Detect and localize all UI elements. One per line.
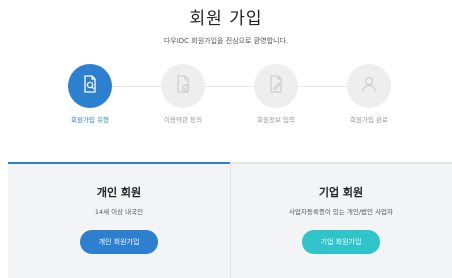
step-circle (161, 64, 205, 108)
signup-steps: 회원가입 유형 이용약관 동의 회원정보 입력 회원가입 완료 (50, 64, 410, 126)
step-label: 회원정보 입력 (257, 116, 295, 124)
business-member-title: 기업 회원 (318, 186, 364, 199)
step-label: 회원가입 완료 (350, 116, 388, 124)
step-label: 회원가입 유형 (71, 116, 109, 124)
step-label: 이용약관 동의 (164, 116, 202, 124)
member-type-panel: 개인 회원 14세 이상 내국인 개인 회원가입 기업 회원 사업자등록증이 있… (8, 162, 452, 278)
user-icon (359, 74, 379, 98)
page-subtitle: 다우IDC 회원가입을 진심으로 환영합니다. (163, 37, 289, 45)
business-member-card: 기업 회원 사업자등록증이 있는 개인/법인 사업자 기업 회원가입 (230, 164, 452, 278)
document-check-icon (173, 74, 193, 98)
document-search-icon (80, 74, 100, 98)
signup-page: 회원 가입 다우IDC 회원가입을 진심으로 환영합니다. 회원가입 유형 이용… (0, 0, 452, 278)
step-terms-agreement: 이용약관 동의 (143, 64, 223, 124)
personal-member-card: 개인 회원 14세 이상 내국인 개인 회원가입 (8, 164, 230, 278)
document-edit-icon (266, 74, 286, 98)
step-circle (254, 64, 298, 108)
step-circle (347, 64, 391, 108)
steps-connector-line (90, 86, 370, 87)
step-signup-complete: 회원가입 완료 (329, 64, 409, 124)
personal-member-description: 14세 이상 내국인 (94, 208, 144, 216)
step-circle (68, 64, 112, 108)
step-member-info: 회원정보 입력 (236, 64, 316, 124)
personal-member-title: 개인 회원 (96, 186, 142, 199)
page-title: 회원 가입 (189, 9, 263, 29)
business-member-description: 사업자등록증이 있는 개인/법인 사업자 (288, 208, 394, 216)
personal-signup-button[interactable]: 개인 회원가입 (80, 230, 158, 254)
step-signup-type: 회원가입 유형 (50, 64, 130, 124)
business-signup-button[interactable]: 기업 회원가입 (302, 230, 380, 254)
